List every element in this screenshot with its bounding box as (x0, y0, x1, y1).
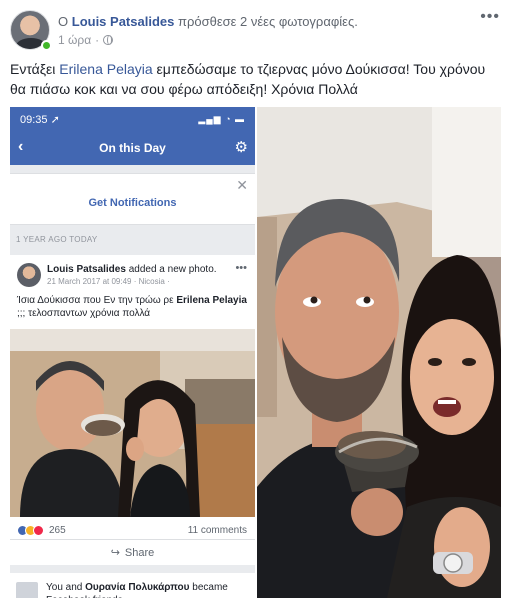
post-header-line: Ο Louis Patsalides πρόσθεσε 2 νέες φωτογ… (58, 14, 358, 29)
post-header: Ο Louis Patsalides πρόσθεσε 2 νέες φωτογ… (10, 8, 500, 52)
photo-phone-screenshot[interactable]: 09:35 ➚ ▂▄▆ ◔ ▬ ‹ On this Day ⚙ ✕ Get No… (10, 107, 255, 598)
signal-battery-icon: ▂▄▆ ◔ ▬ (198, 113, 245, 124)
phone-status-bar: 09:35 ➚ ▂▄▆ ◔ ▬ (10, 107, 255, 131)
post-message: Εντάξει Erilena Pelayia εμπεδώσαμε το τζ… (10, 59, 500, 99)
memory-author: Louis Patsalides (47, 264, 126, 275)
memory-avatar (17, 263, 41, 287)
close-icon: ✕ (236, 177, 248, 193)
on-this-day-title: On this Day (99, 141, 166, 155)
author-name-link[interactable]: Louis Patsalides (72, 14, 175, 29)
memory-action: added a new photo. (125, 264, 217, 275)
get-notifications-label: Get Notifications (88, 197, 177, 209)
memory-header: Louis Patsalides added a new photo. (47, 264, 217, 275)
friends-card: You and Ουρανία Πολυκάρπου became Facebo… (10, 573, 255, 598)
back-chevron-icon: ‹ (18, 138, 24, 155)
online-status-icon (41, 40, 52, 51)
post-text-before: Εντάξει (10, 61, 60, 77)
header-prefix: Ο (58, 14, 69, 29)
reaction-icons (17, 525, 44, 536)
reactions-summary: 265 (17, 525, 66, 536)
love-reaction-icon (33, 525, 44, 536)
gear-icon: ⚙ (234, 139, 248, 156)
notification-card: ✕ Get Notifications (10, 173, 255, 225)
memory-photo-art (10, 329, 255, 517)
reaction-count: 265 (49, 525, 66, 536)
phone-nav-bar: ‹ On this Day ⚙ (10, 131, 255, 165)
photo-selfie[interactable] (257, 107, 501, 598)
memory-photo (10, 329, 255, 517)
header-action: πρόσθεσε 2 νέες φωτογραφίες. (177, 14, 358, 29)
memory-text: Ίσια Δούκισσα που Εν την τρώω ρε Erilena… (17, 294, 247, 320)
comments-count: 11 comments (187, 525, 247, 536)
memory-meta: 21 March 2017 at 09:49 · Nicosia · (47, 277, 170, 286)
section-label: 1 YEAR AGO TODAY (16, 235, 98, 244)
friends-thumbnail (16, 582, 38, 598)
meta-separator: · (95, 33, 100, 47)
phone-time: 09:35 ➚ (20, 113, 60, 126)
friends-text: You and Ουρανία Πολυκάρπου became Facebo… (46, 581, 246, 598)
memory-card: Louis Patsalides added a new photo. 21 M… (10, 255, 255, 565)
memory-options-icon: ••• (235, 262, 247, 274)
post-options-button[interactable]: ••• (480, 8, 500, 26)
post-meta: 1 ώρα · (58, 33, 114, 47)
selfie-photo-art (257, 107, 501, 598)
memory-tag: Erilena Pelayia (176, 295, 247, 306)
post-timestamp[interactable]: 1 ώρα (58, 33, 91, 47)
share-row: ↪ Share (10, 539, 255, 565)
globe-icon[interactable] (103, 35, 114, 45)
friend-name: Ουρανία Πολυκάρπου (85, 582, 190, 593)
memory-text-after: ;;; τελοσπαντων χρόνια πολλά (17, 308, 151, 319)
friends-prefix: You and (46, 582, 86, 593)
tagged-user-link[interactable]: Erilena Pelayia (59, 61, 152, 77)
memory-text-before: Ίσια Δούκισσα που Εν την τρώω ρε (17, 295, 177, 306)
share-label: Share (124, 546, 155, 559)
share-icon: ↪ (110, 547, 120, 559)
